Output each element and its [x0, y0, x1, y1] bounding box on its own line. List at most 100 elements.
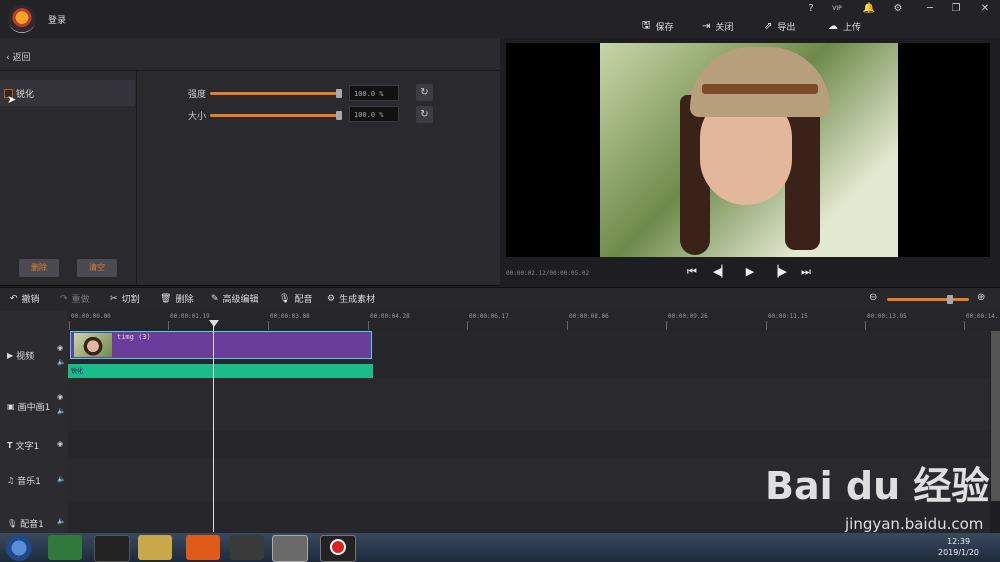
- speaker-icon[interactable]: 🔈: [57, 407, 66, 415]
- track-pip[interactable]: [68, 379, 990, 432]
- ruler-label: 00:00:11.15: [768, 313, 808, 320]
- strength-reset-icon[interactable]: ↻: [416, 84, 433, 101]
- undo-button[interactable]: ↶ 撤销: [10, 292, 40, 306]
- back-bar: [0, 38, 500, 71]
- help-icon[interactable]: ?: [800, 2, 822, 16]
- dub-button[interactable]: 🎙 配音: [279, 292, 312, 306]
- effect-label: 锐化: [16, 90, 35, 100]
- advanced-edit-button[interactable]: ✎ 高级编辑: [211, 292, 259, 306]
- track-name-video: 视频: [16, 352, 35, 362]
- ruler-tick: [567, 321, 568, 330]
- taskbar-app-firefox[interactable]: [186, 535, 220, 560]
- skip-start-icon[interactable]: ⏮: [684, 264, 700, 280]
- pip-track-icon: ▣: [7, 402, 15, 411]
- music-note-icon: ♫: [7, 476, 15, 485]
- zoom-slider[interactable]: [887, 298, 969, 301]
- microphone-icon: 🎙: [7, 519, 18, 528]
- maximize-icon[interactable]: ❐: [945, 2, 967, 16]
- effect-bar[interactable]: [68, 364, 373, 378]
- playhead[interactable]: [213, 320, 214, 532]
- timeline-scrollbar[interactable]: [991, 331, 1000, 501]
- track-header-text: T 文字1 ◉: [0, 431, 68, 459]
- taskbar-app-qq[interactable]: [94, 535, 130, 562]
- size-value[interactable]: 100.0 %: [349, 106, 399, 122]
- upload-button[interactable]: ☁ 上传: [828, 19, 861, 33]
- ruler-label: 00:00:08.06: [569, 313, 609, 320]
- taskbar-app-editor[interactable]: [272, 535, 308, 562]
- generate-material-button[interactable]: ⚙ 生成素材: [327, 292, 375, 306]
- size-slider-knob[interactable]: [336, 111, 342, 120]
- eye-icon[interactable]: ◉: [57, 440, 63, 448]
- ruler-label: 00:00:03.08: [270, 313, 310, 320]
- ruler-tick: [268, 321, 269, 330]
- close-icon[interactable]: ✕: [974, 2, 996, 16]
- trash-icon: 🗑: [160, 293, 172, 304]
- system-clock: 12:39 2019/1/20: [938, 536, 979, 558]
- skip-end-icon[interactable]: ⏭: [798, 264, 814, 280]
- clip-label: timg (3): [117, 333, 151, 341]
- taskbar-app-explorer[interactable]: [138, 535, 172, 560]
- zoom-in-icon[interactable]: ⊕: [977, 292, 985, 303]
- step-back-icon[interactable]: ◀▏: [713, 264, 730, 280]
- zoom-slider-knob[interactable]: [947, 295, 953, 304]
- ruler-label: 00:00:06.17: [469, 313, 509, 320]
- strength-slider[interactable]: [210, 92, 340, 95]
- save-button[interactable]: 🖫 保存: [642, 19, 674, 33]
- delete-effect-button[interactable]: 删除: [19, 259, 59, 277]
- speaker-icon[interactable]: 🔈: [57, 517, 66, 525]
- exit-icon: ⇥: [702, 20, 711, 32]
- size-slider[interactable]: [210, 114, 340, 117]
- zoom-out-icon[interactable]: ⊖: [869, 292, 877, 303]
- cut-button[interactable]: ✂ 切割: [110, 292, 140, 306]
- strength-value[interactable]: 100.0 %: [349, 85, 399, 101]
- speaker-icon[interactable]: 🔈: [57, 475, 66, 483]
- step-forward-icon[interactable]: ▕▶: [770, 264, 787, 280]
- effect-bar-label: 锐化: [71, 368, 84, 375]
- track-name-pip: 画中画1: [17, 403, 51, 413]
- vip-icon[interactable]: VIP: [826, 2, 848, 16]
- microphone-icon: 🎙: [279, 293, 291, 304]
- track-name-music: 音乐1: [17, 477, 41, 487]
- strength-slider-knob[interactable]: [336, 89, 342, 98]
- mouse-cursor-icon: ➤: [7, 93, 17, 106]
- delete-button[interactable]: 🗑 删除: [160, 292, 193, 306]
- text-track-icon: T: [7, 441, 13, 450]
- film-reel-icon: ⚙: [327, 293, 336, 304]
- ruler-label: 00:00:00.00: [71, 313, 111, 320]
- speaker-icon[interactable]: 🔈: [57, 358, 66, 366]
- ruler-label: 00:00:04.28: [370, 313, 410, 320]
- redo-button[interactable]: ↷ 重做: [60, 292, 90, 306]
- ruler-label: 00:00:14.: [966, 313, 999, 320]
- ruler-label: 00:00:13.05: [867, 313, 907, 320]
- ruler-tick: [865, 321, 866, 330]
- gear-icon[interactable]: ⚙: [887, 2, 909, 16]
- back-button[interactable]: ‹ 返回: [6, 50, 30, 63]
- video-track-icon: ▶: [7, 351, 14, 360]
- export-button[interactable]: ⇗ 导出: [764, 19, 795, 33]
- start-button[interactable]: [6, 535, 32, 561]
- clear-effects-button[interactable]: 清空: [77, 259, 117, 277]
- close-project-button[interactable]: ⇥ 关闭: [702, 19, 733, 33]
- taskbar-app-360[interactable]: [48, 535, 82, 560]
- minimize-icon[interactable]: ─: [919, 2, 941, 16]
- taskbar-app-player[interactable]: [230, 535, 264, 560]
- login-link[interactable]: 登录: [48, 13, 66, 26]
- ruler-tick: [168, 321, 169, 330]
- strength-label: 强度: [188, 90, 207, 100]
- video-clip[interactable]: [70, 331, 372, 359]
- ruler-tick: [69, 321, 70, 330]
- playhead-handle[interactable]: [209, 320, 219, 327]
- save-icon: 🖫: [642, 19, 651, 31]
- clock-date: 2019/1/20: [938, 548, 980, 557]
- track-name-dub: 配音1: [20, 520, 44, 530]
- play-icon[interactable]: ▶: [742, 264, 758, 280]
- eye-icon[interactable]: ◉: [57, 344, 63, 352]
- timeline-toolbar: [0, 287, 1000, 312]
- bell-icon[interactable]: 🔔: [858, 2, 880, 16]
- size-reset-icon[interactable]: ↻: [416, 106, 433, 123]
- app-logo: [8, 5, 36, 33]
- ruler-tick: [766, 321, 767, 330]
- clock-time: 12:39: [946, 537, 971, 546]
- eye-icon[interactable]: ◉: [57, 393, 63, 401]
- clip-thumbnail: [74, 333, 112, 357]
